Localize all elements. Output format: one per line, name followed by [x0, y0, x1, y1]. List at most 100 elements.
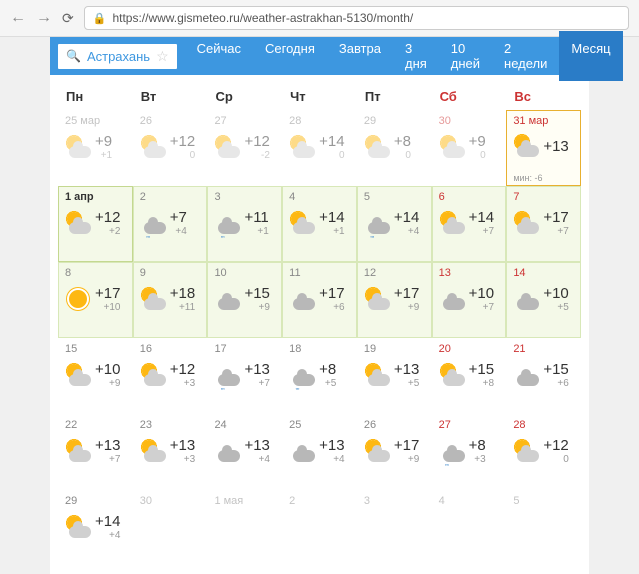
day-weather: +14+7: [439, 209, 500, 237]
calendar-day[interactable]: 25 мар+9+1: [58, 110, 133, 186]
day-temps: +10+9: [95, 361, 120, 389]
calendar-day[interactable]: 4: [432, 490, 507, 566]
day-temps: +8+3: [469, 437, 486, 465]
calendar-day[interactable]: 18,,,+8+5: [282, 338, 357, 414]
calendar-day[interactable]: 5: [506, 490, 581, 566]
temp-low: -2: [261, 150, 270, 161]
calendar-day[interactable]: 9+18+11: [133, 262, 208, 338]
day-weather: +10+9: [65, 361, 126, 389]
calendar-day[interactable]: 10+15+9: [207, 262, 282, 338]
calendar-day[interactable]: 14+10+5: [506, 262, 581, 338]
temp-high: +14: [319, 209, 344, 226]
calendar-day[interactable]: 7+17+7: [506, 186, 581, 262]
calendar-day[interactable]: 26+120: [133, 110, 208, 186]
calendar-day[interactable]: 17,,,+13+7: [207, 338, 282, 414]
day-temps: +13+4: [319, 437, 344, 465]
address-bar[interactable]: 🔒 https://www.gismeteo.ru/weather-astrak…: [84, 6, 629, 30]
partly-cloudy-icon: [140, 362, 166, 388]
refresh-button[interactable]: ⟳: [62, 10, 74, 27]
calendar-day[interactable]: 28+120: [506, 414, 581, 490]
calendar-day[interactable]: 15 +10+9: [58, 338, 133, 414]
calendar-day[interactable]: 31 мар+13мин: -6: [506, 110, 581, 186]
weekday-header: ПнВтСрЧтПтСбВс: [58, 83, 581, 110]
day-number: 28: [289, 115, 350, 127]
day-number: 18: [289, 343, 350, 355]
calendar-day[interactable]: 13+10+7: [432, 262, 507, 338]
calendar-day[interactable]: 4+14+1: [282, 186, 357, 262]
day-number: 17: [214, 343, 275, 355]
calendar-day[interactable]: 26+17+9: [357, 414, 432, 490]
city-search[interactable]: 🔍 Астрахань ☆: [56, 42, 179, 71]
cloudy-icon: [439, 286, 465, 312]
day-number: 1 апр: [65, 191, 126, 203]
day-number: 8: [65, 267, 126, 279]
calendar-day[interactable]: 16+12+3: [133, 338, 208, 414]
tab-Сегодня[interactable]: Сегодня: [253, 31, 327, 81]
calendar-day[interactable]: 2,,,+7+4: [133, 186, 208, 262]
day-temps: +14+4: [95, 513, 120, 541]
cloudy-icon: [513, 362, 539, 388]
calendar-day[interactable]: 28+140: [282, 110, 357, 186]
calendar-day[interactable]: 6+14+7: [432, 186, 507, 262]
temp-low: +9: [408, 302, 419, 313]
calendar-day[interactable]: 25+13+4: [282, 414, 357, 490]
calendar-day[interactable]: 29+14+4: [58, 490, 133, 566]
rain-icon: ,,,: [364, 210, 390, 236]
tab-Сейчас[interactable]: Сейчас: [185, 31, 253, 81]
sunny-icon: [65, 286, 91, 312]
temp-low: +9: [109, 378, 120, 389]
calendar-day[interactable]: 30+90: [432, 110, 507, 186]
temp-high: +12: [543, 437, 568, 454]
calendar-day[interactable]: 12+17+9: [357, 262, 432, 338]
partly-cloudy-icon: [140, 134, 166, 160]
day-number: 19: [364, 343, 425, 355]
calendar-day[interactable]: 30: [133, 490, 208, 566]
calendar-day[interactable]: 1 апр+12+2: [58, 186, 133, 262]
back-button[interactable]: ←: [10, 9, 26, 27]
favorite-star-icon[interactable]: ☆: [156, 48, 169, 65]
tab-Месяц[interactable]: Месяц: [559, 31, 622, 81]
day-temps: +8+5: [319, 361, 336, 389]
day-number: 27: [439, 419, 500, 431]
tab-2 недели[interactable]: 2 недели: [492, 31, 559, 81]
calendar-day[interactable]: 29+80: [357, 110, 432, 186]
day-weather: ,,,+8+5: [289, 361, 350, 389]
calendar-day[interactable]: 19+13+5: [357, 338, 432, 414]
calendar-day[interactable]: 23+13+3: [133, 414, 208, 490]
day-temps: +14+7: [469, 209, 494, 237]
calendar-day[interactable]: 20+15+8: [432, 338, 507, 414]
tab-Завтра[interactable]: Завтра: [327, 31, 393, 81]
calendar-day[interactable]: 5,,,+14+4: [357, 186, 432, 262]
day-weather: +80: [364, 133, 425, 161]
temp-high: +12: [95, 209, 120, 226]
calendar-week: 25 мар+9+126+12027+12-228+14029+8030+903…: [58, 110, 581, 186]
calendar-day[interactable]: 3,,,+11+1: [207, 186, 282, 262]
url-text: https://www.gismeteo.ru/weather-astrakha…: [112, 11, 413, 25]
temp-low: +7: [557, 226, 568, 237]
calendar-day[interactable]: 27+12-2: [207, 110, 282, 186]
partly-cloudy-icon: [364, 134, 390, 160]
tab-10 дней[interactable]: 10 дней: [439, 31, 492, 81]
day-temps: +10+5: [543, 285, 568, 313]
calendar-day[interactable]: 2: [282, 490, 357, 566]
cloudy-icon: [289, 438, 315, 464]
calendar-day[interactable]: 22+13+7: [58, 414, 133, 490]
tab-3 дня[interactable]: 3 дня: [393, 31, 439, 81]
calendar-day[interactable]: 8+17+10: [58, 262, 133, 338]
calendar-day[interactable]: 11+17+6: [282, 262, 357, 338]
day-temps: +15+9: [244, 285, 269, 313]
day-number: 15: [65, 343, 126, 355]
calendar-day[interactable]: 3: [357, 490, 432, 566]
cloudy-icon: [214, 286, 240, 312]
day-weather: +12-2: [214, 133, 275, 161]
temp-low: +5: [325, 378, 336, 389]
calendar-day[interactable]: 1 мая: [207, 490, 282, 566]
day-temps: +13+4: [244, 437, 269, 465]
rain-icon: ,,,: [289, 362, 315, 388]
weekday-label: Вс: [506, 83, 581, 110]
calendar-day[interactable]: 21+15+6: [506, 338, 581, 414]
day-weather: +14+4: [65, 513, 126, 541]
calendar-day[interactable]: 27,,,+8+3: [432, 414, 507, 490]
forward-button[interactable]: →: [36, 9, 52, 27]
calendar-day[interactable]: 24+13+4: [207, 414, 282, 490]
